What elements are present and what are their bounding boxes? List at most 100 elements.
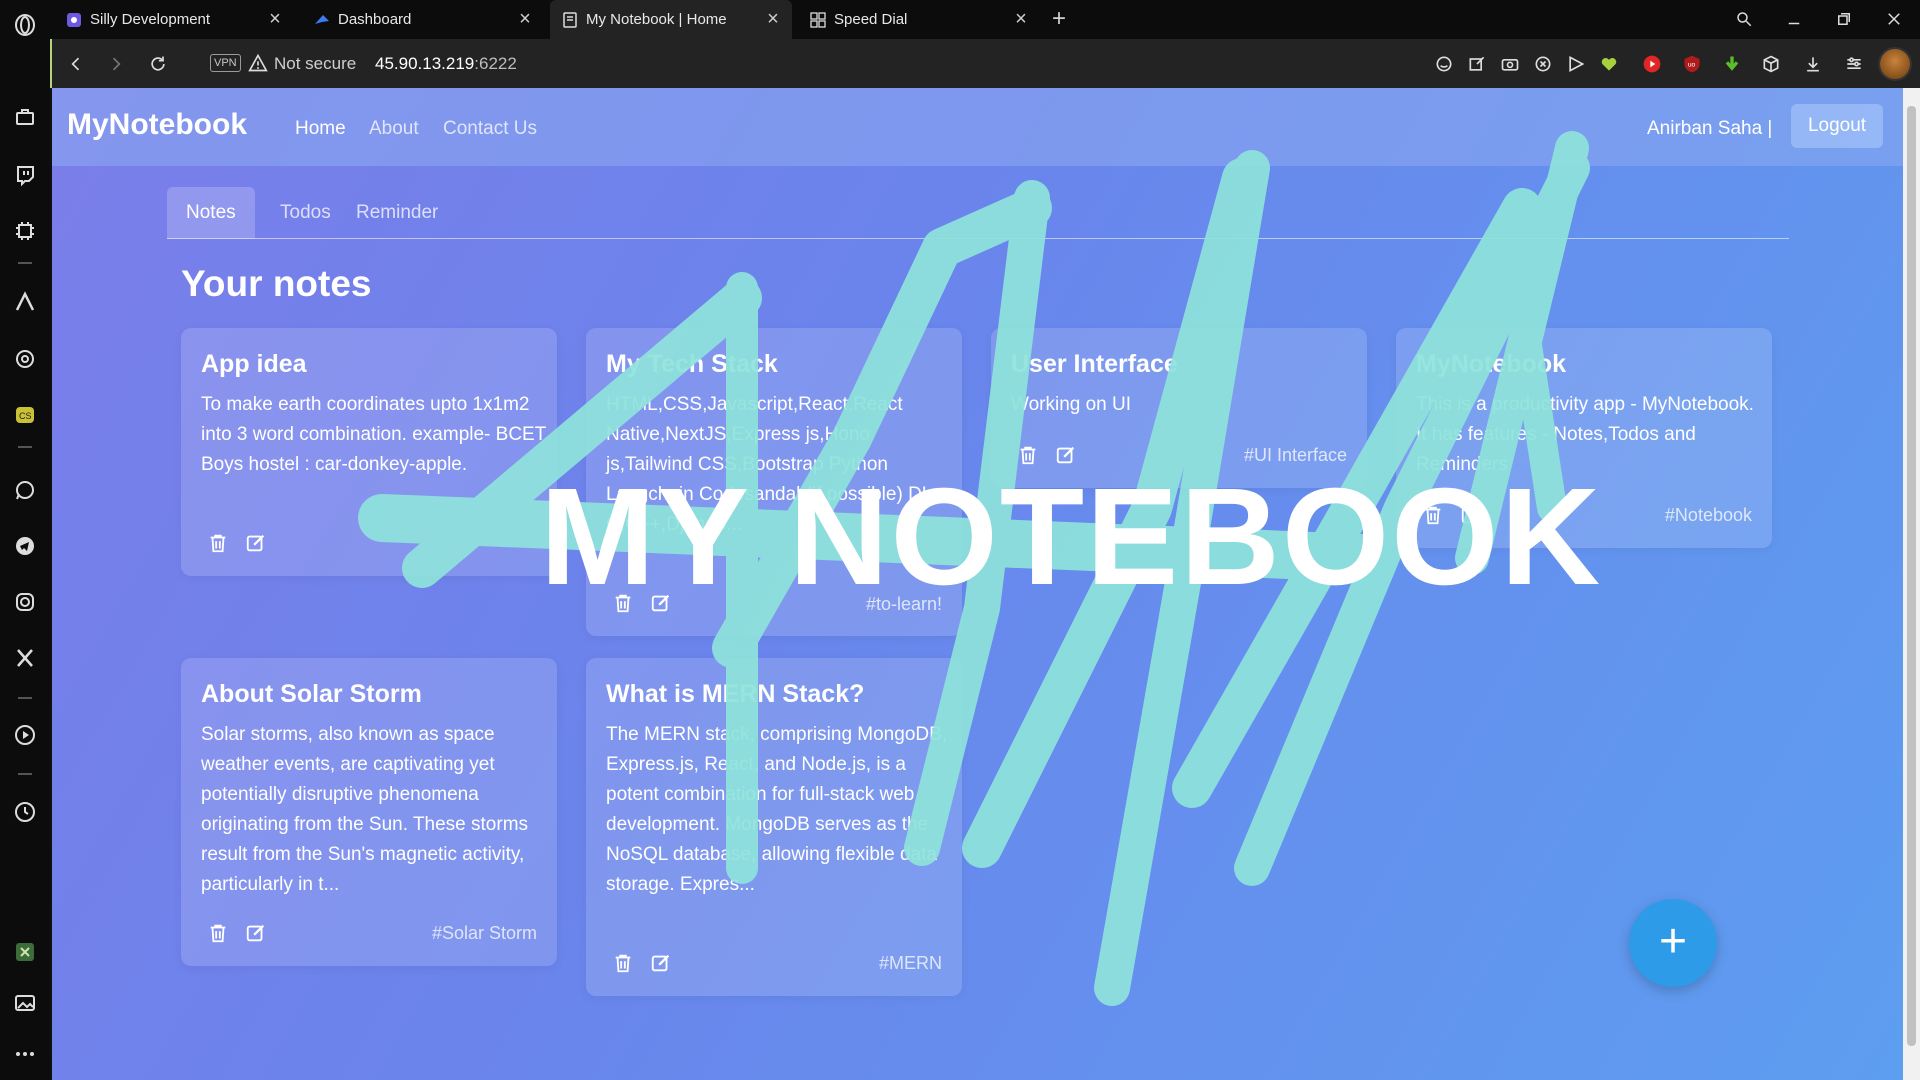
whatsapp-icon[interactable] xyxy=(8,473,42,507)
tab-reminder[interactable]: Reminder xyxy=(337,187,457,239)
extension-green-icon[interactable] xyxy=(8,935,42,969)
emoji-icon[interactable] xyxy=(1432,52,1456,76)
briefcase-icon[interactable] xyxy=(8,100,42,134)
tab-dashboard[interactable]: Dashboard × xyxy=(302,0,544,39)
chip-icon[interactable] xyxy=(8,214,42,248)
profile-avatar[interactable] xyxy=(1878,47,1912,81)
tab-notes[interactable]: Notes xyxy=(167,187,255,239)
x-twitter-icon[interactable] xyxy=(8,641,42,675)
tab-strip: Silly Development × Dashboard × My Noteb… xyxy=(50,0,1920,39)
new-tab-plus-icon[interactable]: + xyxy=(1044,4,1074,34)
site-navbar: MyNotebook Home About Contact Us Anirban… xyxy=(52,88,1903,166)
block-icon[interactable] xyxy=(1531,52,1555,76)
note-title: What is MERN Stack? xyxy=(606,680,865,708)
note-tag: #to-learn! xyxy=(865,594,942,614)
trash-icon[interactable] xyxy=(1422,504,1446,528)
edit-share-icon[interactable] xyxy=(1465,52,1489,76)
scrollbar-thumb[interactable] xyxy=(1907,106,1916,1046)
more-dots-icon[interactable] xyxy=(8,1037,42,1071)
download-manager-icon[interactable] xyxy=(1720,52,1744,76)
easy-setup-icon[interactable] xyxy=(1842,52,1866,76)
edit-icon[interactable] xyxy=(245,922,269,946)
camera-icon[interactable] xyxy=(1498,52,1522,76)
url-field[interactable]: 45.90.13.219:6222 xyxy=(375,54,517,74)
restore-icon[interactable] xyxy=(1826,4,1862,34)
note-card: User Interface Working on UI #UI Interfa… xyxy=(991,328,1367,488)
player-icon[interactable] xyxy=(8,718,42,752)
url-port: :6222 xyxy=(474,54,517,73)
dashboard-icon xyxy=(314,12,330,28)
tab-title: Dashboard xyxy=(338,11,412,28)
sidebar-separator xyxy=(18,773,32,775)
nav-about[interactable]: About xyxy=(369,118,419,140)
back-icon[interactable] xyxy=(62,50,90,78)
note-description: Solar storms, also known as space weathe… xyxy=(201,724,529,895)
nav-contact-us[interactable]: Contact Us xyxy=(443,118,537,140)
note-card: About Solar Storm Solar storms, also kno… xyxy=(181,658,557,966)
note-title: About Solar Storm xyxy=(201,680,422,708)
edit-icon[interactable] xyxy=(650,592,674,616)
vpn-badge[interactable]: VPN xyxy=(210,54,241,72)
close-icon[interactable]: × xyxy=(266,9,284,29)
warning-icon[interactable] xyxy=(248,53,268,73)
add-note-button[interactable]: + xyxy=(1629,899,1717,987)
cs-app-icon[interactable]: CS xyxy=(8,398,42,432)
tab-speed-dial[interactable]: Speed Dial × xyxy=(798,0,1040,39)
gallery-icon[interactable] xyxy=(8,986,42,1020)
history-clock-icon[interactable] xyxy=(8,795,42,829)
trash-icon[interactable] xyxy=(207,922,231,946)
nav-home[interactable]: Home xyxy=(295,118,346,140)
edit-icon[interactable] xyxy=(245,532,269,556)
close-icon[interactable]: × xyxy=(516,9,534,29)
search-icon[interactable] xyxy=(1726,4,1762,34)
svg-text:CS: CS xyxy=(19,411,32,421)
cube-icon[interactable] xyxy=(1759,52,1783,76)
tab-title: Speed Dial xyxy=(834,11,908,28)
svg-text:uo: uo xyxy=(1688,62,1696,69)
url-host: 45.90.13.219 xyxy=(375,54,475,73)
edit-icon[interactable] xyxy=(1055,444,1079,468)
speed-dial-icon xyxy=(810,11,826,28)
address-bar: VPN Not secure 45.90.13.219:6222 uo xyxy=(50,39,1920,88)
page-scrollbar[interactable] xyxy=(1903,88,1920,1080)
tab-silly-development[interactable]: Silly Development × xyxy=(54,0,294,39)
instagram-icon[interactable] xyxy=(8,585,42,619)
page-viewport: MyNotebook Home About Contact Us Anirban… xyxy=(52,88,1903,1080)
note-card: What is MERN Stack? The MERN stack, comp… xyxy=(586,658,962,996)
chatgpt-icon[interactable] xyxy=(8,342,42,376)
tab-title: My Notebook | Home xyxy=(586,11,727,28)
note-card: MyNotebook This is a productivity app - … xyxy=(1396,328,1772,548)
silly-icon xyxy=(66,12,82,28)
aria-icon[interactable] xyxy=(8,285,42,319)
heart-icon[interactable] xyxy=(1597,52,1621,76)
edit-icon[interactable] xyxy=(650,952,674,976)
sidebar-separator xyxy=(18,697,32,699)
opera-logo-icon[interactable] xyxy=(8,8,42,42)
security-status[interactable]: Not secure xyxy=(274,54,356,74)
tab-my-notebook[interactable]: My Notebook | Home × xyxy=(550,0,792,39)
note-description: The MERN stack, comprising MongoDB, Expr… xyxy=(606,724,948,895)
note-description: This is a productivity app - MyNotebook.… xyxy=(1416,394,1754,475)
trash-icon[interactable] xyxy=(207,532,231,556)
trash-icon[interactable] xyxy=(1017,444,1041,468)
minimize-icon[interactable] xyxy=(1776,4,1812,34)
ublock-icon[interactable]: uo xyxy=(1680,52,1704,76)
note-title: User Interface xyxy=(1011,350,1178,378)
close-icon[interactable]: × xyxy=(764,9,782,29)
note-description: HTML,CSS,Javascript,React,React Native,N… xyxy=(606,394,944,535)
trash-icon[interactable] xyxy=(612,592,636,616)
downloads-icon[interactable] xyxy=(1801,52,1825,76)
telegram-icon[interactable] xyxy=(8,529,42,563)
reload-icon[interactable] xyxy=(144,50,172,78)
trash-icon[interactable] xyxy=(612,952,636,976)
window-close-icon[interactable] xyxy=(1876,4,1912,34)
site-brand[interactable]: MyNotebook xyxy=(67,108,247,142)
note-card: My Tech Stack HTML,CSS,Javascript,React,… xyxy=(586,328,962,636)
edit-icon[interactable] xyxy=(1460,504,1484,528)
youtube-icon[interactable] xyxy=(1640,52,1664,76)
send-icon[interactable] xyxy=(1564,52,1588,76)
close-icon[interactable]: × xyxy=(1012,9,1030,29)
logout-button[interactable]: Logout xyxy=(1791,104,1883,148)
twitch-icon[interactable] xyxy=(8,158,42,192)
forward-icon[interactable] xyxy=(102,50,130,78)
